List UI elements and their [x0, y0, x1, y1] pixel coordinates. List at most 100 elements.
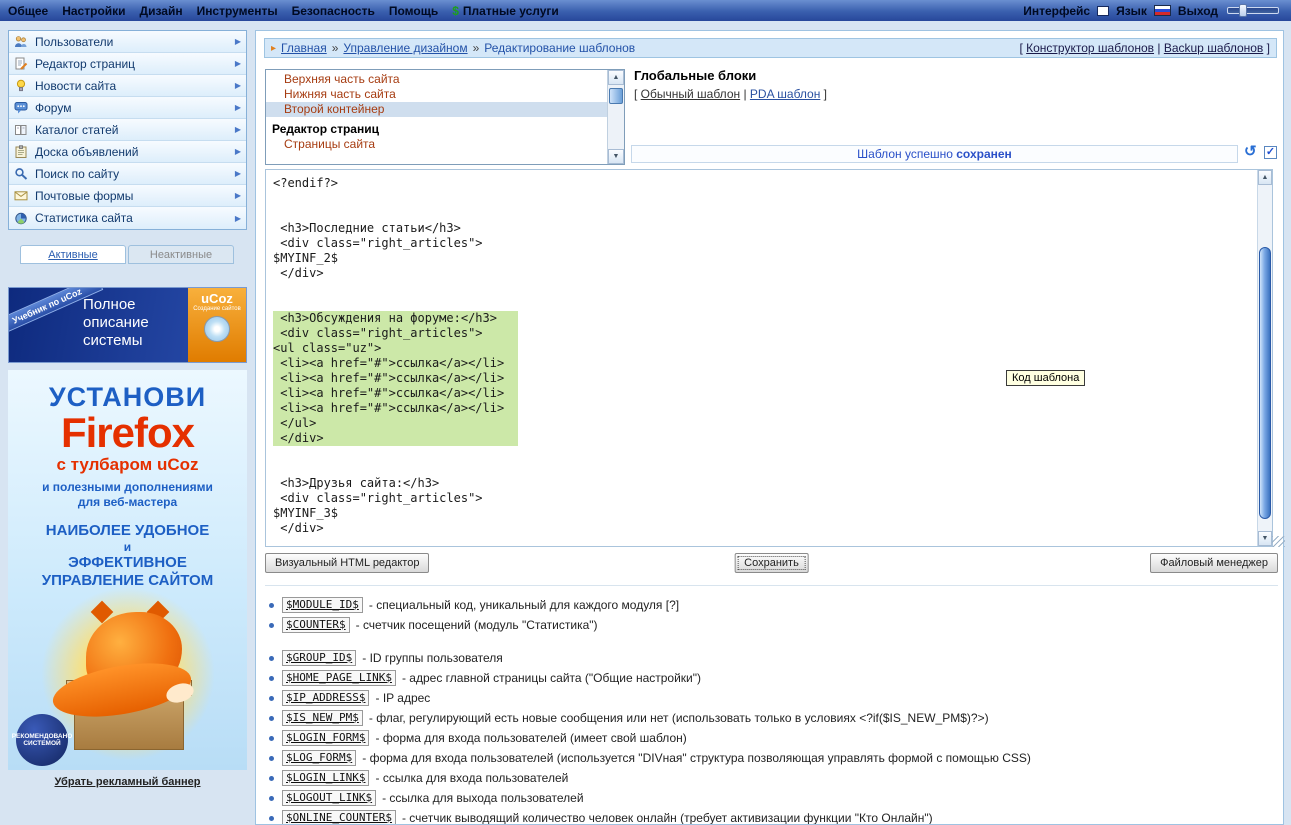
sidebar-item[interactable]: Новости сайта ▶: [9, 75, 246, 97]
template-backup-link[interactable]: Backup шаблонов: [1164, 41, 1263, 55]
variable-chip[interactable]: $COUNTER$: [282, 617, 350, 633]
bullet-icon: [269, 715, 274, 721]
template-list: Верхняя часть сайта Нижняя часть сайта Вто…: [265, 69, 625, 165]
scrollbar-thumb[interactable]: [1259, 247, 1271, 519]
chevron-right-icon: ▶: [234, 147, 241, 156]
variable-chip[interactable]: $ONLINE_COUNTER$: [282, 810, 396, 824]
breadcrumb-home-link[interactable]: Главная: [281, 41, 327, 55]
variable-row: $COUNTER$ - счетчик посещений (модуль "Ст…: [265, 615, 1278, 635]
variable-chip[interactable]: $IS_NEW_PM$: [282, 710, 363, 726]
template-builder-link[interactable]: Конструктор шаблонов: [1026, 41, 1154, 55]
top-menu-bar: Общее Настройки Дизайн Инструменты Безопасно…: [0, 0, 1291, 21]
chevron-right-icon: ▶: [234, 169, 241, 178]
variable-row: $IS_NEW_PM$ - флаг, регулирующий есть нов…: [265, 708, 1278, 728]
scroll-down-button[interactable]: ▼: [1258, 531, 1272, 546]
autosave-checkbox[interactable]: ✓: [1264, 146, 1277, 159]
sidebar-item[interactable]: Редактор страниц ▶: [9, 53, 246, 75]
variable-chip[interactable]: $LOGIN_LINK$: [282, 770, 370, 786]
sidebar-item[interactable]: Каталог статей ▶: [9, 119, 246, 141]
template-list-item[interactable]: Нижняя часть сайта: [266, 87, 607, 102]
chevron-right-icon: ▶: [234, 213, 241, 223]
chevron-right-icon: ▶: [234, 103, 241, 112]
scroll-up-button[interactable]: ▲: [1258, 170, 1272, 185]
status-message: Шаблон успешно сохранен: [631, 145, 1238, 163]
template-code-editor[interactable]: <?endif?> <h3>Последние статьи</h3> <div…: [265, 169, 1273, 547]
variable-chip[interactable]: $LOG_FORM$: [282, 750, 357, 766]
breadcrumb-design-link[interactable]: Управление дизайном: [343, 41, 467, 55]
code-after: <h3>Друзья сайта:</h3> <div class="right…: [273, 476, 483, 535]
interface-menu-item[interactable]: Интерфейс: [1023, 4, 1090, 18]
menu-item-design[interactable]: Дизайн: [140, 4, 183, 18]
sidebar-item-label: Статистика сайта: [35, 211, 133, 225]
template-list-item[interactable]: Страницы сайта: [266, 137, 607, 152]
sidebar-item[interactable]: Доска объявлений ▶: [9, 141, 246, 163]
save-button[interactable]: Сохранить: [734, 553, 809, 573]
variable-row: $IP_ADDRESS$ - IP адрес: [265, 688, 1278, 708]
menu-item-tools[interactable]: Инструменты: [197, 4, 278, 18]
sidebar-item[interactable]: Форум ▶: [9, 97, 246, 119]
scroll-down-button[interactable]: ▼: [608, 149, 624, 164]
pda-template-link[interactable]: PDA шаблон: [750, 87, 820, 101]
resize-grip-icon[interactable]: [1272, 536, 1285, 547]
paid-services-menu-item[interactable]: $ Платные услуги: [452, 4, 559, 18]
variable-row: $GROUP_ID$ - ID группы пользователя: [265, 648, 1278, 668]
normal-template-link[interactable]: Обычный шаблон: [641, 87, 740, 101]
variable-chip[interactable]: $GROUP_ID$: [282, 650, 357, 666]
menu-item-help[interactable]: Помощь: [389, 4, 438, 18]
sidebar-item[interactable]: Почтовые формы ▶: [9, 185, 246, 207]
panel-slider[interactable]: [1225, 4, 1283, 17]
sidebar-item-label: Доска объявлений: [35, 144, 139, 159]
firefox-ad-banner[interactable]: УСТАНОВИ Firefox с тулбаром uCoz и полез…: [8, 370, 247, 770]
interface-icon[interactable]: [1097, 5, 1110, 16]
news-icon: [14, 79, 29, 92]
users-icon: [14, 35, 29, 48]
variable-description: - счетчик выводящий количество человек о…: [401, 811, 933, 824]
main-panel: ▸ Главная » Управление дизайном » Редакт…: [255, 30, 1285, 825]
tab-active-modules[interactable]: Активные: [20, 245, 126, 264]
chevron-right-icon: ▶: [234, 59, 241, 68]
variable-chip[interactable]: $IP_ADDRESS$: [282, 690, 370, 706]
chevron-right-icon: ▶: [234, 125, 241, 134]
remove-banner-link[interactable]: Убрать рекламный баннер: [8, 776, 247, 788]
slider-track: [1227, 7, 1279, 14]
sidebar-item-label: Почтовые формы: [35, 188, 134, 203]
menu-item-settings[interactable]: Настройки: [62, 4, 125, 18]
code-area[interactable]: <?endif?> <h3>Последние статьи</h3> <div…: [266, 170, 1272, 536]
sidebar-item[interactable]: Пользователи ▶: [9, 31, 246, 53]
stats-icon: [14, 212, 29, 225]
template-list-item: Редактор страниц: [272, 122, 379, 136]
visual-editor-button[interactable]: Визуальный HTML редактор: [265, 553, 430, 573]
logout-menu-item[interactable]: Выход: [1178, 4, 1218, 18]
scrollbar-thumb[interactable]: [609, 88, 623, 104]
variable-chip[interactable]: $HOME_PAGE_LINK$: [282, 670, 396, 686]
slider-knob[interactable]: [1239, 4, 1247, 17]
cd-icon: [204, 316, 230, 342]
editor-scrollbar: ▲ ▼: [1257, 170, 1272, 546]
code-selection: <h3>Обсуждения на форуме:</h3> <div clas…: [273, 311, 519, 446]
scroll-up-button[interactable]: ▲: [608, 70, 624, 85]
file-manager-button[interactable]: Файловый менеджер: [1150, 553, 1278, 573]
variable-description: - специальный код, уникальный для каждог…: [368, 598, 680, 612]
menu-item-general[interactable]: Общее: [8, 4, 48, 18]
tab-inactive-modules[interactable]: Неактивные: [128, 245, 234, 264]
variable-chip[interactable]: $LOGOUT_LINK$: [282, 790, 377, 806]
board-icon: [14, 145, 29, 158]
recommended-badge: РЕКОМЕНДОВАНО СИСТЕМОЙ: [12, 714, 72, 766]
sidebar-item[interactable]: Статистика сайта ▶: [9, 207, 246, 229]
menu-item-security[interactable]: Безопасность: [292, 4, 375, 18]
template-list-item[interactable]: Верхняя часть сайта: [266, 72, 607, 87]
refresh-icon[interactable]: ↺: [1244, 142, 1257, 160]
language-menu-item[interactable]: Язык: [1116, 4, 1147, 18]
sidebar-item-label: Редактор страниц: [35, 56, 136, 71]
template-list-item[interactable]: Второй контейнер: [266, 102, 607, 117]
russian-flag-icon[interactable]: [1153, 5, 1171, 16]
breadcrumb-arrow-icon: ▸: [271, 42, 277, 54]
bullet-icon: [269, 795, 274, 801]
sidebar-item[interactable]: Поиск по сайту ▶: [9, 163, 246, 185]
template-variables-list: $MODULE_ID$ - специальный код, уникальный…: [265, 585, 1278, 824]
ucoz-handbook-banner[interactable]: Учебник по uCoz Полное описание системы …: [8, 287, 247, 363]
variable-chip[interactable]: $LOGIN_FORM$: [282, 730, 370, 746]
variable-chip[interactable]: $MODULE_ID$: [282, 597, 363, 613]
variable-row: $LOG_FORM$ - форма для входа пользователе…: [265, 748, 1278, 768]
ucoz-logo-block: uCoz Создание сайтов: [188, 288, 246, 362]
